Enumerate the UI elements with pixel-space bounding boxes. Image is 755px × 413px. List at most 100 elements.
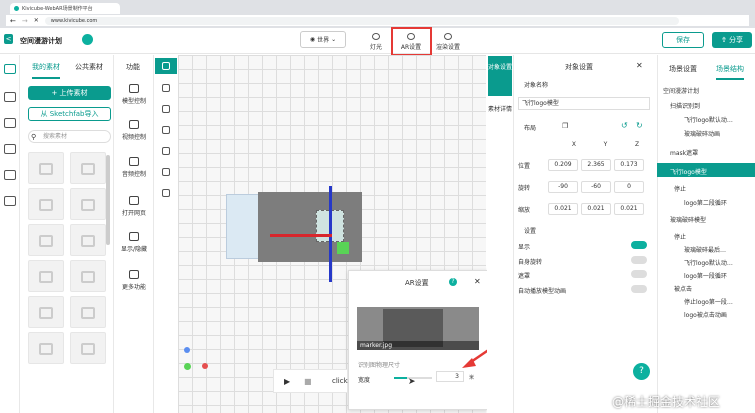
material-thumb[interactable] [28, 260, 64, 292]
close-icon[interactable]: ✕ [474, 277, 481, 286]
render-settings-tool[interactable]: 渲染设置 [429, 30, 467, 54]
position-y-input[interactable]: 2.365 [581, 159, 611, 171]
tree-item[interactable]: logo被点击动画 [684, 310, 727, 319]
show-hide-item[interactable]: 显示/隐藏 [114, 232, 154, 253]
tab-scene-settings[interactable]: 场景设置 [669, 64, 697, 74]
tree-item[interactable]: mask遮罩 [670, 148, 698, 157]
world-select[interactable]: ◉ 世界 ⌄ [300, 31, 346, 48]
delete-tool[interactable] [155, 122, 177, 138]
light-tool[interactable]: 灯光 [357, 30, 395, 54]
more-functions-item[interactable]: 更多功能 [114, 270, 154, 291]
cube-icon[interactable] [4, 64, 16, 74]
rotation-x-input[interactable]: -90 [548, 181, 578, 193]
material-thumb[interactable] [70, 152, 106, 184]
rotation-y-input[interactable]: -60 [581, 181, 611, 193]
tab-object-settings[interactable]: 对象设置 [488, 56, 512, 96]
position-z-input[interactable]: 0.173 [614, 159, 644, 171]
tree-item[interactable]: 玻璃破碎动画 [684, 129, 720, 138]
tree-item[interactable]: 停止logo第一段… [684, 297, 733, 306]
scale-tool[interactable] [155, 101, 177, 117]
scale-y-input[interactable]: 0.021 [581, 203, 611, 215]
tab-material-details[interactable]: 素材详情 [488, 98, 512, 138]
close-icon[interactable]: ✕ [636, 61, 643, 70]
material-thumb[interactable] [28, 188, 64, 220]
material-thumb[interactable] [70, 224, 106, 256]
material-thumb[interactable] [28, 224, 64, 256]
mask-toggle[interactable] [631, 270, 647, 278]
tree-item[interactable]: 飞行logo默认动… [684, 258, 733, 267]
open-webpage-item[interactable]: 打开网页 [114, 196, 154, 217]
focus-tool[interactable] [155, 164, 177, 180]
back-button[interactable]: < [4, 34, 13, 44]
chat-icon[interactable] [82, 34, 93, 45]
material-thumb[interactable] [70, 260, 106, 292]
material-search-input[interactable]: 搜索素材 [28, 130, 111, 143]
address-input[interactable]: www.kivicube.com [44, 16, 679, 25]
material-thumb[interactable] [70, 332, 106, 364]
play-icon[interactable]: ▶ [284, 377, 290, 386]
material-thumb[interactable] [28, 296, 64, 328]
browser-tab[interactable]: Kivicube-WebAR场景制作平台 [10, 3, 120, 14]
material-scrollbar[interactable] [106, 155, 110, 245]
redo-icon[interactable]: ↻ [636, 121, 643, 130]
stop-icon[interactable]: ■ [304, 377, 312, 386]
object-name-input[interactable]: 飞行logo模型 [518, 97, 650, 110]
tab-my-materials[interactable]: 我的素材 [32, 62, 60, 79]
tree-item[interactable]: 飞行logo默认动… [684, 115, 733, 124]
picture-icon[interactable] [4, 144, 16, 154]
material-thumb[interactable] [28, 332, 64, 364]
model-control-item[interactable]: 模型控制 [114, 84, 154, 105]
show-toggle[interactable] [631, 241, 647, 249]
focus-icon [162, 168, 170, 176]
back-arrow-icon[interactable]: ← [10, 17, 16, 25]
music-icon[interactable] [4, 170, 16, 180]
rotation-z-input[interactable]: 0 [614, 181, 644, 193]
help-button[interactable]: ? [633, 363, 650, 380]
tab-public-materials[interactable]: 公共素材 [75, 62, 103, 72]
tree-item[interactable]: 停止 [674, 232, 686, 241]
tree-item[interactable]: 被点击 [674, 284, 692, 293]
save-button[interactable]: 保存 [662, 32, 704, 48]
video-icon[interactable] [4, 118, 16, 128]
material-thumb[interactable] [70, 188, 106, 220]
tree-item[interactable]: 玻璃破碎最后… [684, 245, 726, 254]
rotate-tool[interactable] [155, 80, 177, 96]
tree-item[interactable]: 玻璃破碎模型 [670, 215, 706, 224]
audio-control-item[interactable]: 音频控制 [114, 157, 154, 178]
scale-x-input[interactable]: 0.021 [548, 203, 578, 215]
scale-z-input[interactable]: 0.021 [614, 203, 644, 215]
tree-item[interactable]: logo第一段循环 [684, 271, 727, 280]
orientation-gizmo[interactable] [180, 345, 212, 377]
glass-plane[interactable] [226, 194, 260, 259]
z-axis-gizmo[interactable] [337, 242, 349, 254]
audio-control-label: 音频控制 [121, 171, 146, 178]
material-thumb[interactable] [70, 296, 106, 328]
forward-arrow-icon[interactable]: → [22, 17, 28, 25]
upload-button[interactable]: + 上传素材 [28, 86, 111, 100]
tree-item-selected[interactable]: 飞行logo模型 [670, 167, 707, 176]
sketchfab-import-button[interactable]: 从 Sketchfab导入 [28, 107, 111, 121]
copy-layout-icon[interactable]: ❐ [562, 122, 568, 130]
width-input[interactable]: 3 [436, 371, 464, 382]
image-icon[interactable] [4, 92, 16, 102]
copy-tool[interactable] [155, 143, 177, 159]
video-control-item[interactable]: 视频控制 [114, 120, 154, 141]
tab-scene-structure[interactable]: 场景结构 [716, 64, 744, 80]
autoplay-toggle[interactable] [631, 285, 647, 293]
undo-icon[interactable]: ↺ [621, 121, 628, 130]
close-icon[interactable]: ✕ [34, 17, 39, 24]
share-button[interactable]: ⇮ 分享 [712, 32, 752, 48]
frame-icon[interactable] [4, 196, 16, 206]
tree-item[interactable]: 扫描识别到 [670, 101, 700, 110]
move-tool[interactable] [155, 58, 177, 74]
material-thumb[interactable] [28, 152, 64, 184]
help-icon[interactable]: ? [449, 278, 457, 286]
visibility-tool[interactable] [155, 185, 177, 201]
x-axis-gizmo[interactable] [270, 234, 332, 237]
tree-item[interactable]: 空间漫游计划 [663, 86, 699, 95]
position-x-input[interactable]: 0.209 [548, 159, 578, 171]
self-rotate-toggle[interactable] [631, 256, 647, 264]
tree-item[interactable]: logo第二段循环 [684, 198, 727, 207]
toggle-label-mask: 遮罩 [518, 273, 531, 280]
tree-item[interactable]: 停止 [674, 184, 686, 193]
